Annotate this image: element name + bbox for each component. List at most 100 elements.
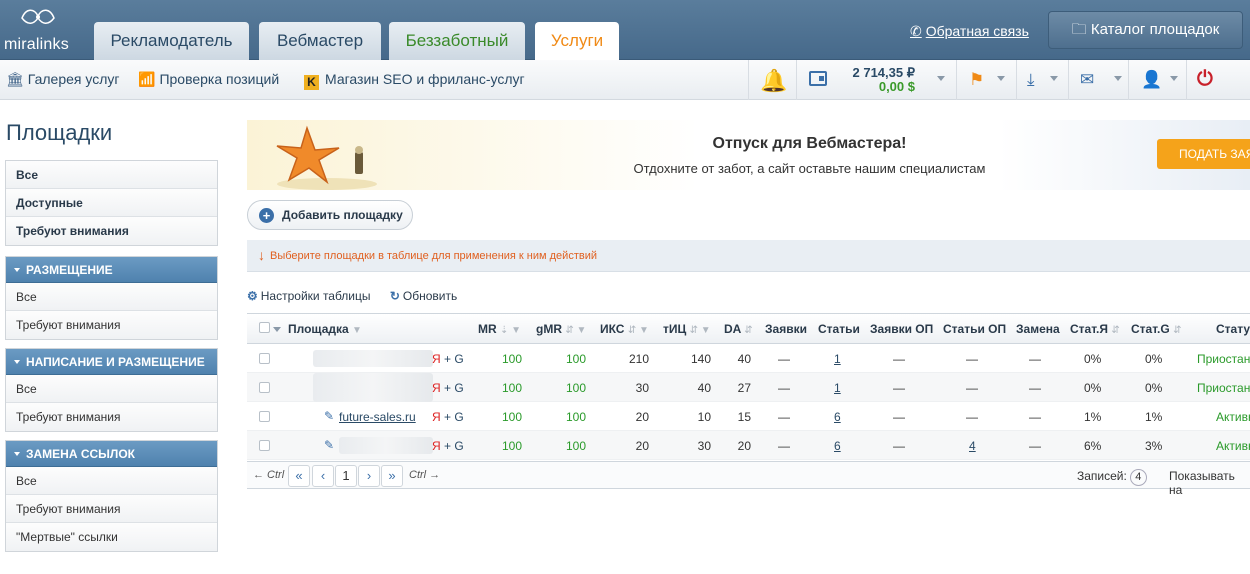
col-requests[interactable]: Заявки — [765, 322, 807, 336]
chevron-down-icon[interactable] — [273, 327, 281, 332]
row-checkbox[interactable] — [259, 440, 270, 451]
sidebar-item-replacement-attention[interactable]: Требуют внимания — [6, 495, 217, 523]
col-tic[interactable]: тИЦ ⇵ ▼ — [663, 322, 711, 336]
promo-banner[interactable]: Отпуск для Вебмастера! Отдохните от забо… — [247, 120, 1250, 190]
row-checkbox[interactable] — [259, 353, 270, 364]
cell-iks: 20 — [635, 439, 649, 453]
cell-articles[interactable]: 1 — [834, 352, 841, 366]
col-articles[interactable]: Статьи — [818, 322, 860, 336]
cell-articles[interactable]: 1 — [834, 381, 841, 395]
section-header-writing[interactable]: НАПИСАНИЕ И РАЗМЕЩЕНИЕ — [6, 349, 217, 375]
section-header-replacement[interactable]: ЗАМЕНА ССЫЛОК — [6, 441, 217, 467]
cell-articles[interactable]: 6 — [834, 439, 841, 453]
row-checkbox[interactable] — [259, 411, 270, 422]
site-name-redacted — [313, 373, 433, 402]
site-link[interactable]: future-sales.ru — [339, 410, 416, 424]
page-size-label[interactable]: Показывать на — [1169, 469, 1250, 497]
page-number[interactable]: 1 — [335, 465, 357, 487]
table-header: Площадка ▼ MR ⇣ ▼ gMR ⇵ ▼ ИКС ⇵ ▼ тИЦ ⇵ … — [247, 314, 1250, 344]
prev-page-button[interactable]: ‹ — [312, 465, 334, 487]
seo-shop-link[interactable]: K Магазин SEO и фриланс-услуг — [304, 71, 525, 90]
col-status[interactable]: Статус — [1216, 322, 1250, 336]
col-gmr[interactable]: gMR ⇵ ▼ — [536, 322, 586, 336]
tab-services[interactable]: Услуги — [535, 22, 619, 60]
edit-icon[interactable]: ✎ — [324, 409, 334, 423]
col-replace[interactable]: Замена — [1016, 322, 1060, 336]
notifications-cell[interactable]: 🔔 — [748, 60, 796, 100]
first-page-button[interactable]: « — [288, 465, 310, 487]
yandex-mark: Я — [432, 439, 441, 453]
folder-icon: 🗀 — [1071, 21, 1087, 38]
sidebar-item-writing-all[interactable]: Все — [6, 375, 217, 403]
cell-requests: — — [778, 439, 790, 453]
logout-cell[interactable]: ⏻ — [1186, 60, 1250, 100]
tab-advertiser[interactable]: Рекламодатель — [94, 22, 249, 60]
cell-articles[interactable]: 6 — [834, 410, 841, 424]
cell-gmr: 100 — [566, 410, 587, 424]
table-row[interactable]: Я + G 100 100 30 40 27 — 1 — — — 0% 0% П… — [247, 373, 1250, 402]
sidebar-item-writing-attention[interactable]: Требуют внимания — [6, 403, 217, 431]
section-title: ЗАМЕНА ССЫЛОК — [26, 447, 136, 461]
add-site-button[interactable]: + Добавить площадку — [247, 200, 413, 230]
profile-menu[interactable]: 👤 — [1128, 60, 1186, 100]
table-row[interactable]: Я + G 100 100 210 140 40 — 1 — — — 0% 0%… — [247, 344, 1250, 373]
sidebar-item-available[interactable]: Доступные — [6, 189, 217, 217]
sidebar-section-placement: РАЗМЕЩЕНИЕ Все Требуют внимания — [5, 256, 218, 340]
col-iks[interactable]: ИКС ⇵ ▼ — [600, 322, 649, 336]
cell-stat-google: 0% — [1145, 352, 1163, 366]
notice-text: Выберите площадки в таблице для применен… — [270, 250, 597, 262]
tab-webmaster[interactable]: Вебмастер — [259, 22, 381, 60]
cell-tic: 140 — [690, 352, 711, 366]
col-mr[interactable]: MR ⇣ ▼ — [478, 322, 521, 336]
col-articles-op[interactable]: Статьи ОП — [943, 322, 1006, 336]
table-row[interactable]: ✎ Я + G 100 100 20 30 20 — 6 — 4 — 6% 3%… — [247, 431, 1250, 460]
sidebar-item-placement-all[interactable]: Все — [6, 283, 217, 311]
col-site[interactable]: Площадка ▼ — [288, 322, 362, 336]
col-stat-google[interactable]: Стат.G ⇵ — [1131, 322, 1181, 336]
edit-icon[interactable]: ✎ — [324, 438, 334, 452]
seo-shop-label: Магазин SEO и фриланс-услуг — [325, 71, 525, 87]
cell-requests-op: — — [893, 381, 905, 395]
feedback-link[interactable]: ✆ Обратная связь — [910, 23, 1029, 40]
cell-stat-yandex: 1% — [1084, 410, 1102, 424]
sidebar-item-replacement-all[interactable]: Все — [6, 467, 217, 495]
cell-da: 27 — [737, 381, 751, 395]
submit-request-button[interactable]: ПОДАТЬ ЗАЯ — [1157, 139, 1250, 169]
tab-carefree[interactable]: Беззаботный — [389, 22, 525, 60]
cell-gmr: 100 — [566, 381, 587, 395]
cell-articles-op: — — [966, 352, 978, 366]
cell-articles-op[interactable]: 4 — [969, 439, 976, 453]
col-stat-yandex[interactable]: Стат.Я ⇵ — [1070, 322, 1120, 336]
messages-menu[interactable]: ✉ — [1068, 60, 1128, 100]
section-header-placement[interactable]: РАЗМЕЩЕНИЕ — [6, 257, 217, 283]
position-check-link[interactable]: 📶 Проверка позиций — [138, 71, 279, 88]
miralinks-logo[interactable]: miralinks — [4, 4, 84, 56]
gear-icon: ⚙ — [247, 289, 258, 303]
bell-icon: 🔔 — [760, 68, 788, 93]
gallery-link[interactable]: 🏛 Галерея услуг — [6, 71, 119, 88]
row-checkbox[interactable] — [259, 382, 270, 393]
sidebar-item-placement-attention[interactable]: Требуют внимания — [6, 311, 217, 339]
sidebar-item-all[interactable]: Все — [6, 161, 217, 189]
next-page-button[interactable]: › — [358, 465, 380, 487]
refresh-link[interactable]: ↻ Обновить — [390, 289, 465, 303]
flags-menu[interactable]: ⚑ — [956, 60, 1016, 100]
col-da[interactable]: DA ⇵ — [724, 322, 753, 336]
cell-stat-yandex: 0% — [1084, 381, 1102, 395]
download-menu[interactable]: ⤓ — [1016, 60, 1068, 100]
top-navigation-bar: miralinks Рекламодатель Вебмастер Беззаб… — [0, 0, 1250, 60]
table-settings-link[interactable]: ⚙ Настройки таблицы — [247, 289, 379, 303]
sidebar-item-dead-links[interactable]: "Мертвые" ссылки — [6, 523, 217, 551]
table-row[interactable]: ✎ future-sales.ru Я + G 100 100 20 10 15… — [247, 402, 1250, 431]
balance-cell[interactable]: 2 714,35 ₽ 0,00 $ — [796, 60, 956, 100]
sidebar-section-replacement: ЗАМЕНА ССЫЛОК Все Требуют внимания "Мерт… — [5, 440, 218, 552]
wallet-icon — [809, 71, 827, 86]
sidebar-item-attention[interactable]: Требуют внимания — [6, 217, 217, 245]
catalog-button[interactable]: 🗀 Каталог площадок — [1048, 11, 1243, 49]
cell-iks: 210 — [628, 352, 649, 366]
col-requests-op[interactable]: Заявки ОП — [870, 322, 933, 336]
select-all-checkbox[interactable] — [259, 322, 270, 333]
last-page-button[interactable]: » — [381, 465, 403, 487]
cell-stat-yandex: 6% — [1084, 439, 1102, 453]
phone-icon: ✆ — [910, 23, 922, 39]
